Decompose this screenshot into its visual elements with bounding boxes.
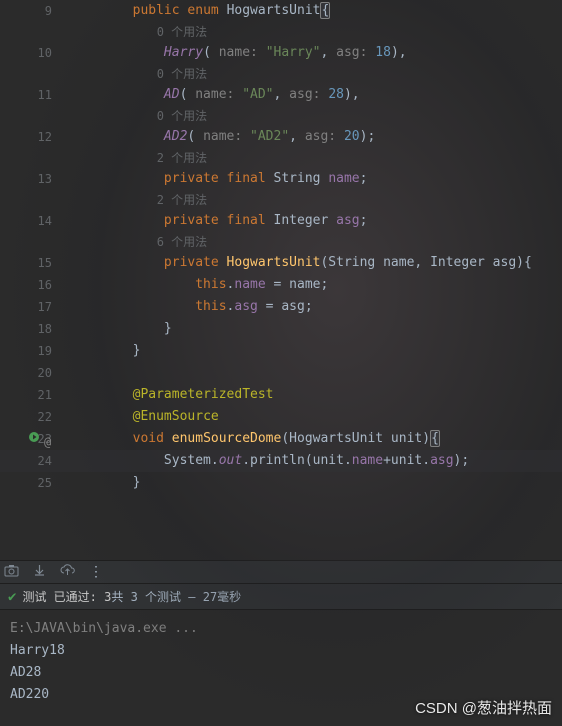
line-number: 14 [0, 210, 70, 232]
code-line[interactable]: 25 } [0, 472, 562, 494]
more-menu-icon[interactable]: ⋮ [89, 564, 104, 580]
line-number: 19 [0, 340, 70, 362]
code-line[interactable]: 10 Harry( name: "Harry", asg: 18), [0, 42, 562, 64]
line-number: 25 [0, 472, 70, 494]
line-number: 22 [0, 406, 70, 428]
line-number: 15 [0, 252, 70, 274]
line-number [0, 148, 70, 168]
code-line[interactable]: 19 } [0, 340, 562, 362]
code-content[interactable]: 2 个用法 [70, 148, 562, 168]
code-content[interactable]: public enum HogwartsUnit{ [70, 0, 562, 22]
code-content[interactable]: AD2( name: "AD2", asg: 20); [70, 126, 562, 148]
code-content[interactable]: private HogwartsUnit(String name, Intege… [70, 252, 562, 274]
run-toolbar: ⋮ [0, 561, 562, 583]
tests-total: 共 3 个测试 [111, 590, 181, 604]
watermark: CSDN @葱油拌热面 [415, 697, 552, 718]
code-content[interactable]: @EnumSource [70, 406, 562, 428]
line-number: 16 [0, 274, 70, 296]
code-content[interactable]: 2 个用法 [70, 190, 562, 210]
tests-time: – 27毫秒 [181, 590, 241, 604]
code-content[interactable]: private final String name; [70, 168, 562, 190]
line-number: 24 [0, 450, 70, 472]
code-line[interactable]: 13 private final String name; [0, 168, 562, 190]
usage-hint[interactable]: 2 个用法 [0, 148, 562, 168]
line-number [0, 22, 70, 42]
code-line[interactable]: 9 public enum HogwartsUnit{ [0, 0, 562, 22]
line-number [0, 106, 70, 126]
usage-hint[interactable]: 0 个用法 [0, 64, 562, 84]
arrow-down-icon[interactable] [33, 564, 46, 581]
code-content[interactable]: } [70, 340, 562, 362]
camera-icon[interactable] [4, 564, 19, 581]
line-number: 18 [0, 318, 70, 340]
line-number: 21 [0, 384, 70, 406]
line-number: 13 [0, 168, 70, 190]
code-content[interactable]: } [70, 318, 562, 340]
test-status-bar: ✔ 测试 已通过: 3共 3 个测试 – 27毫秒 [0, 583, 562, 609]
usage-hint[interactable]: 2 个用法 [0, 190, 562, 210]
code-line[interactable]: 21 @ParameterizedTest [0, 384, 562, 406]
code-line[interactable]: 17 this.asg = asg; [0, 296, 562, 318]
console-line: Harry18 [10, 640, 552, 662]
line-number [0, 64, 70, 84]
code-line[interactable]: 12 AD2( name: "AD2", asg: 20); [0, 126, 562, 148]
line-number: 10 [0, 42, 70, 64]
code-editor[interactable]: 9 public enum HogwartsUnit{ 0 个用法10 Harr… [0, 0, 562, 560]
test-label-prefix: 测试 已通过: [22, 590, 104, 604]
code-line[interactable]: 15 private HogwartsUnit(String name, Int… [0, 252, 562, 274]
code-content[interactable]: private final Integer asg; [70, 210, 562, 232]
usage-hint[interactable]: 6 个用法 [0, 232, 562, 252]
code-content[interactable]: } [70, 472, 562, 494]
code-content[interactable]: 6 个用法 [70, 232, 562, 252]
console-cmd: E:\JAVA\bin\java.exe ... [10, 618, 552, 640]
code-content[interactable] [70, 362, 562, 384]
check-icon: ✔ [8, 589, 16, 605]
code-content[interactable]: this.asg = asg; [70, 296, 562, 318]
code-content[interactable]: 0 个用法 [70, 22, 562, 42]
usage-hint[interactable]: 0 个用法 [0, 106, 562, 126]
console-line: AD28 [10, 662, 552, 684]
line-number: 11 [0, 84, 70, 106]
code-line[interactable]: 18 } [0, 318, 562, 340]
code-line[interactable]: 20 [0, 362, 562, 384]
code-content[interactable]: 0 个用法 [70, 64, 562, 84]
line-number: 12 [0, 126, 70, 148]
upload-cloud-icon[interactable] [60, 564, 75, 581]
code-content[interactable]: AD( name: "AD", asg: 28), [70, 84, 562, 106]
code-content[interactable]: System.out.println(unit.name+unit.asg); [70, 450, 562, 472]
usage-hint[interactable]: 0 个用法 [0, 22, 562, 42]
line-number [0, 190, 70, 210]
code-content[interactable]: 0 个用法 [70, 106, 562, 126]
code-line[interactable]: 11 AD( name: "AD", asg: 28), [0, 84, 562, 106]
line-number: 9 [0, 0, 70, 22]
line-number [0, 232, 70, 252]
code-line[interactable]: 14 private final Integer asg; [0, 210, 562, 232]
code-line[interactable]: 23@ void enumSourceDome(HogwartsUnit uni… [0, 428, 562, 450]
code-content[interactable]: void enumSourceDome(HogwartsUnit unit){ [70, 428, 562, 450]
code-content[interactable]: this.name = name; [70, 274, 562, 296]
code-line[interactable]: 22 @EnumSource [0, 406, 562, 428]
code-line[interactable]: 16 this.name = name; [0, 274, 562, 296]
code-content[interactable]: @ParameterizedTest [70, 384, 562, 406]
code-line[interactable]: 24 System.out.println(unit.name+unit.asg… [0, 450, 562, 472]
line-number: 20 [0, 362, 70, 384]
code-content[interactable]: Harry( name: "Harry", asg: 18), [70, 42, 562, 64]
line-number: 17 [0, 296, 70, 318]
